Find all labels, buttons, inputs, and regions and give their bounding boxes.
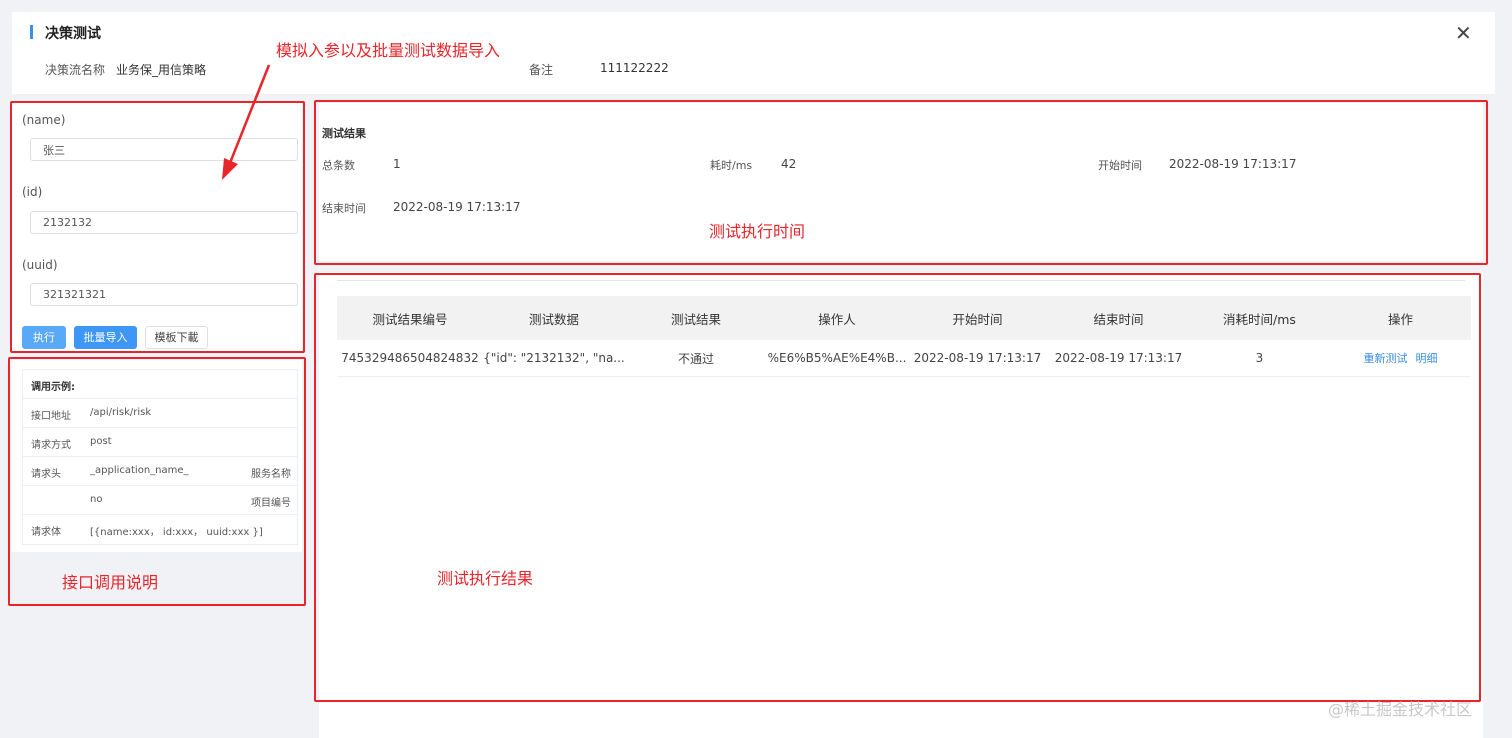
- api-row-value: no: [90, 494, 103, 505]
- start-time-value: 2022-08-19 17:13:17: [1169, 157, 1297, 171]
- annotation-result-note: 测试执行结果: [437, 569, 534, 588]
- start-time-label: 开始时间: [1098, 159, 1142, 172]
- name-field-label: (name): [22, 113, 66, 127]
- watermark: @稀土掘金技术社区: [1328, 700, 1473, 719]
- column-header: 开始时间: [952, 311, 1003, 327]
- api-row-value: _application_name_: [90, 465, 189, 476]
- test-result-heading: 测试结果: [322, 127, 366, 140]
- api-row-key: 请求体: [31, 527, 61, 538]
- remark-label: 备注: [529, 63, 554, 77]
- api-example-table: 调用示例: 接口地址 /api/risk/risk 请求方式 post 请求头 …: [22, 369, 298, 545]
- table-header: 测试结果编号 测试数据 测试结果 操作人 开始时间 结束时间 消耗时间/ms 操…: [337, 296, 1471, 340]
- cell-test-data: {"id": "2132132", "na...: [483, 351, 625, 365]
- column-header: 消耗时间/ms: [1223, 311, 1296, 327]
- elapsed-value: 42: [781, 157, 797, 171]
- cell-cost: 3: [1255, 351, 1264, 365]
- api-row-header-project: no 项目编号: [23, 486, 297, 515]
- annotation-time-note: 测试执行时间: [709, 222, 806, 241]
- divider: [337, 280, 1465, 281]
- api-example-heading: 调用示例:: [31, 382, 75, 393]
- cell-actions: 重新测试 明细: [1330, 340, 1471, 376]
- flow-name-value: 业务保_用信策略: [116, 63, 207, 77]
- total-count-label: 总条数: [322, 159, 355, 172]
- close-icon[interactable]: ✕: [1455, 23, 1472, 43]
- api-row-key: 请求头: [31, 469, 61, 480]
- cell-operator: %E6%B5%AE%E4%B...: [767, 351, 907, 365]
- remark-value: 111122222: [600, 61, 669, 75]
- column-header: 操作: [1387, 311, 1413, 327]
- api-row-key: 接口地址: [31, 411, 71, 422]
- end-time-label: 结束时间: [322, 202, 366, 215]
- api-row-value: post: [90, 436, 112, 447]
- api-row-value: /api/risk/risk: [90, 407, 152, 418]
- api-row-extra: 服务名称: [251, 469, 291, 480]
- cell-result-id: 745329486504824832: [341, 351, 479, 365]
- uuid-field-label: (uuid): [22, 258, 58, 272]
- retest-link[interactable]: 重新测试: [1364, 350, 1408, 366]
- api-row-header: 请求头 _application_name_ 服务名称: [23, 457, 297, 486]
- test-result-summary: 测试结果 总条数 1 耗时/ms 42 开始时间 2022-08-19 17:1…: [319, 103, 1483, 261]
- table-row: 745329486504824832 {"id": "2132132", "na…: [337, 340, 1471, 377]
- cell-start-time: 2022-08-19 17:13:17: [913, 351, 1042, 365]
- api-row-body: 请求体 [{name:xxx， id:xxx， uuid:xxx }]: [23, 515, 297, 544]
- column-header: 测试结果编号: [372, 311, 448, 327]
- detail-link[interactable]: 明细: [1416, 350, 1438, 366]
- batch-import-button[interactable]: 批量导入: [74, 326, 137, 349]
- column-header: 操作人: [818, 311, 856, 327]
- id-field-label: (id): [22, 185, 43, 199]
- total-count-value: 1: [393, 157, 401, 171]
- api-row-extra: 项目编号: [251, 498, 291, 509]
- execute-button[interactable]: 执行: [22, 326, 66, 349]
- cell-test-result: 不通过: [677, 351, 714, 366]
- elapsed-label: 耗时/ms: [710, 159, 753, 172]
- title-accent-bar: [30, 25, 33, 39]
- annotation-api-note: 接口调用说明: [62, 573, 159, 592]
- cell-end-time: 2022-08-19 17:13:17: [1054, 351, 1183, 365]
- dialog-title: 决策测试: [45, 26, 101, 42]
- uuid-input[interactable]: [30, 283, 298, 306]
- end-time-value: 2022-08-19 17:13:17: [393, 200, 521, 214]
- id-input[interactable]: [30, 211, 298, 234]
- results-table-panel: 测试结果编号 测试数据 测试结果 操作人 开始时间 结束时间 消耗时间/ms 操…: [319, 272, 1483, 738]
- api-row-url: 接口地址 /api/risk/risk: [23, 399, 297, 428]
- annotation-arrow-icon: [222, 64, 271, 180]
- api-example-heading-row: 调用示例:: [23, 370, 297, 399]
- api-example-panel: 调用示例: 接口地址 /api/risk/risk 请求方式 post 请求头 …: [12, 360, 302, 552]
- api-row-method: 请求方式 post: [23, 428, 297, 457]
- api-row-value: [{name:xxx， id:xxx， uuid:xxx }]: [90, 527, 263, 538]
- template-download-button[interactable]: 模板下載: [145, 326, 208, 349]
- column-header: 测试数据: [528, 311, 579, 327]
- column-header: 测试结果: [670, 311, 721, 327]
- flow-name-label: 决策流名称: [45, 63, 106, 77]
- api-row-key: 请求方式: [31, 440, 71, 451]
- annotation-input-note: 模拟入参以及批量测试数据导入: [276, 41, 501, 60]
- column-header: 结束时间: [1093, 311, 1144, 327]
